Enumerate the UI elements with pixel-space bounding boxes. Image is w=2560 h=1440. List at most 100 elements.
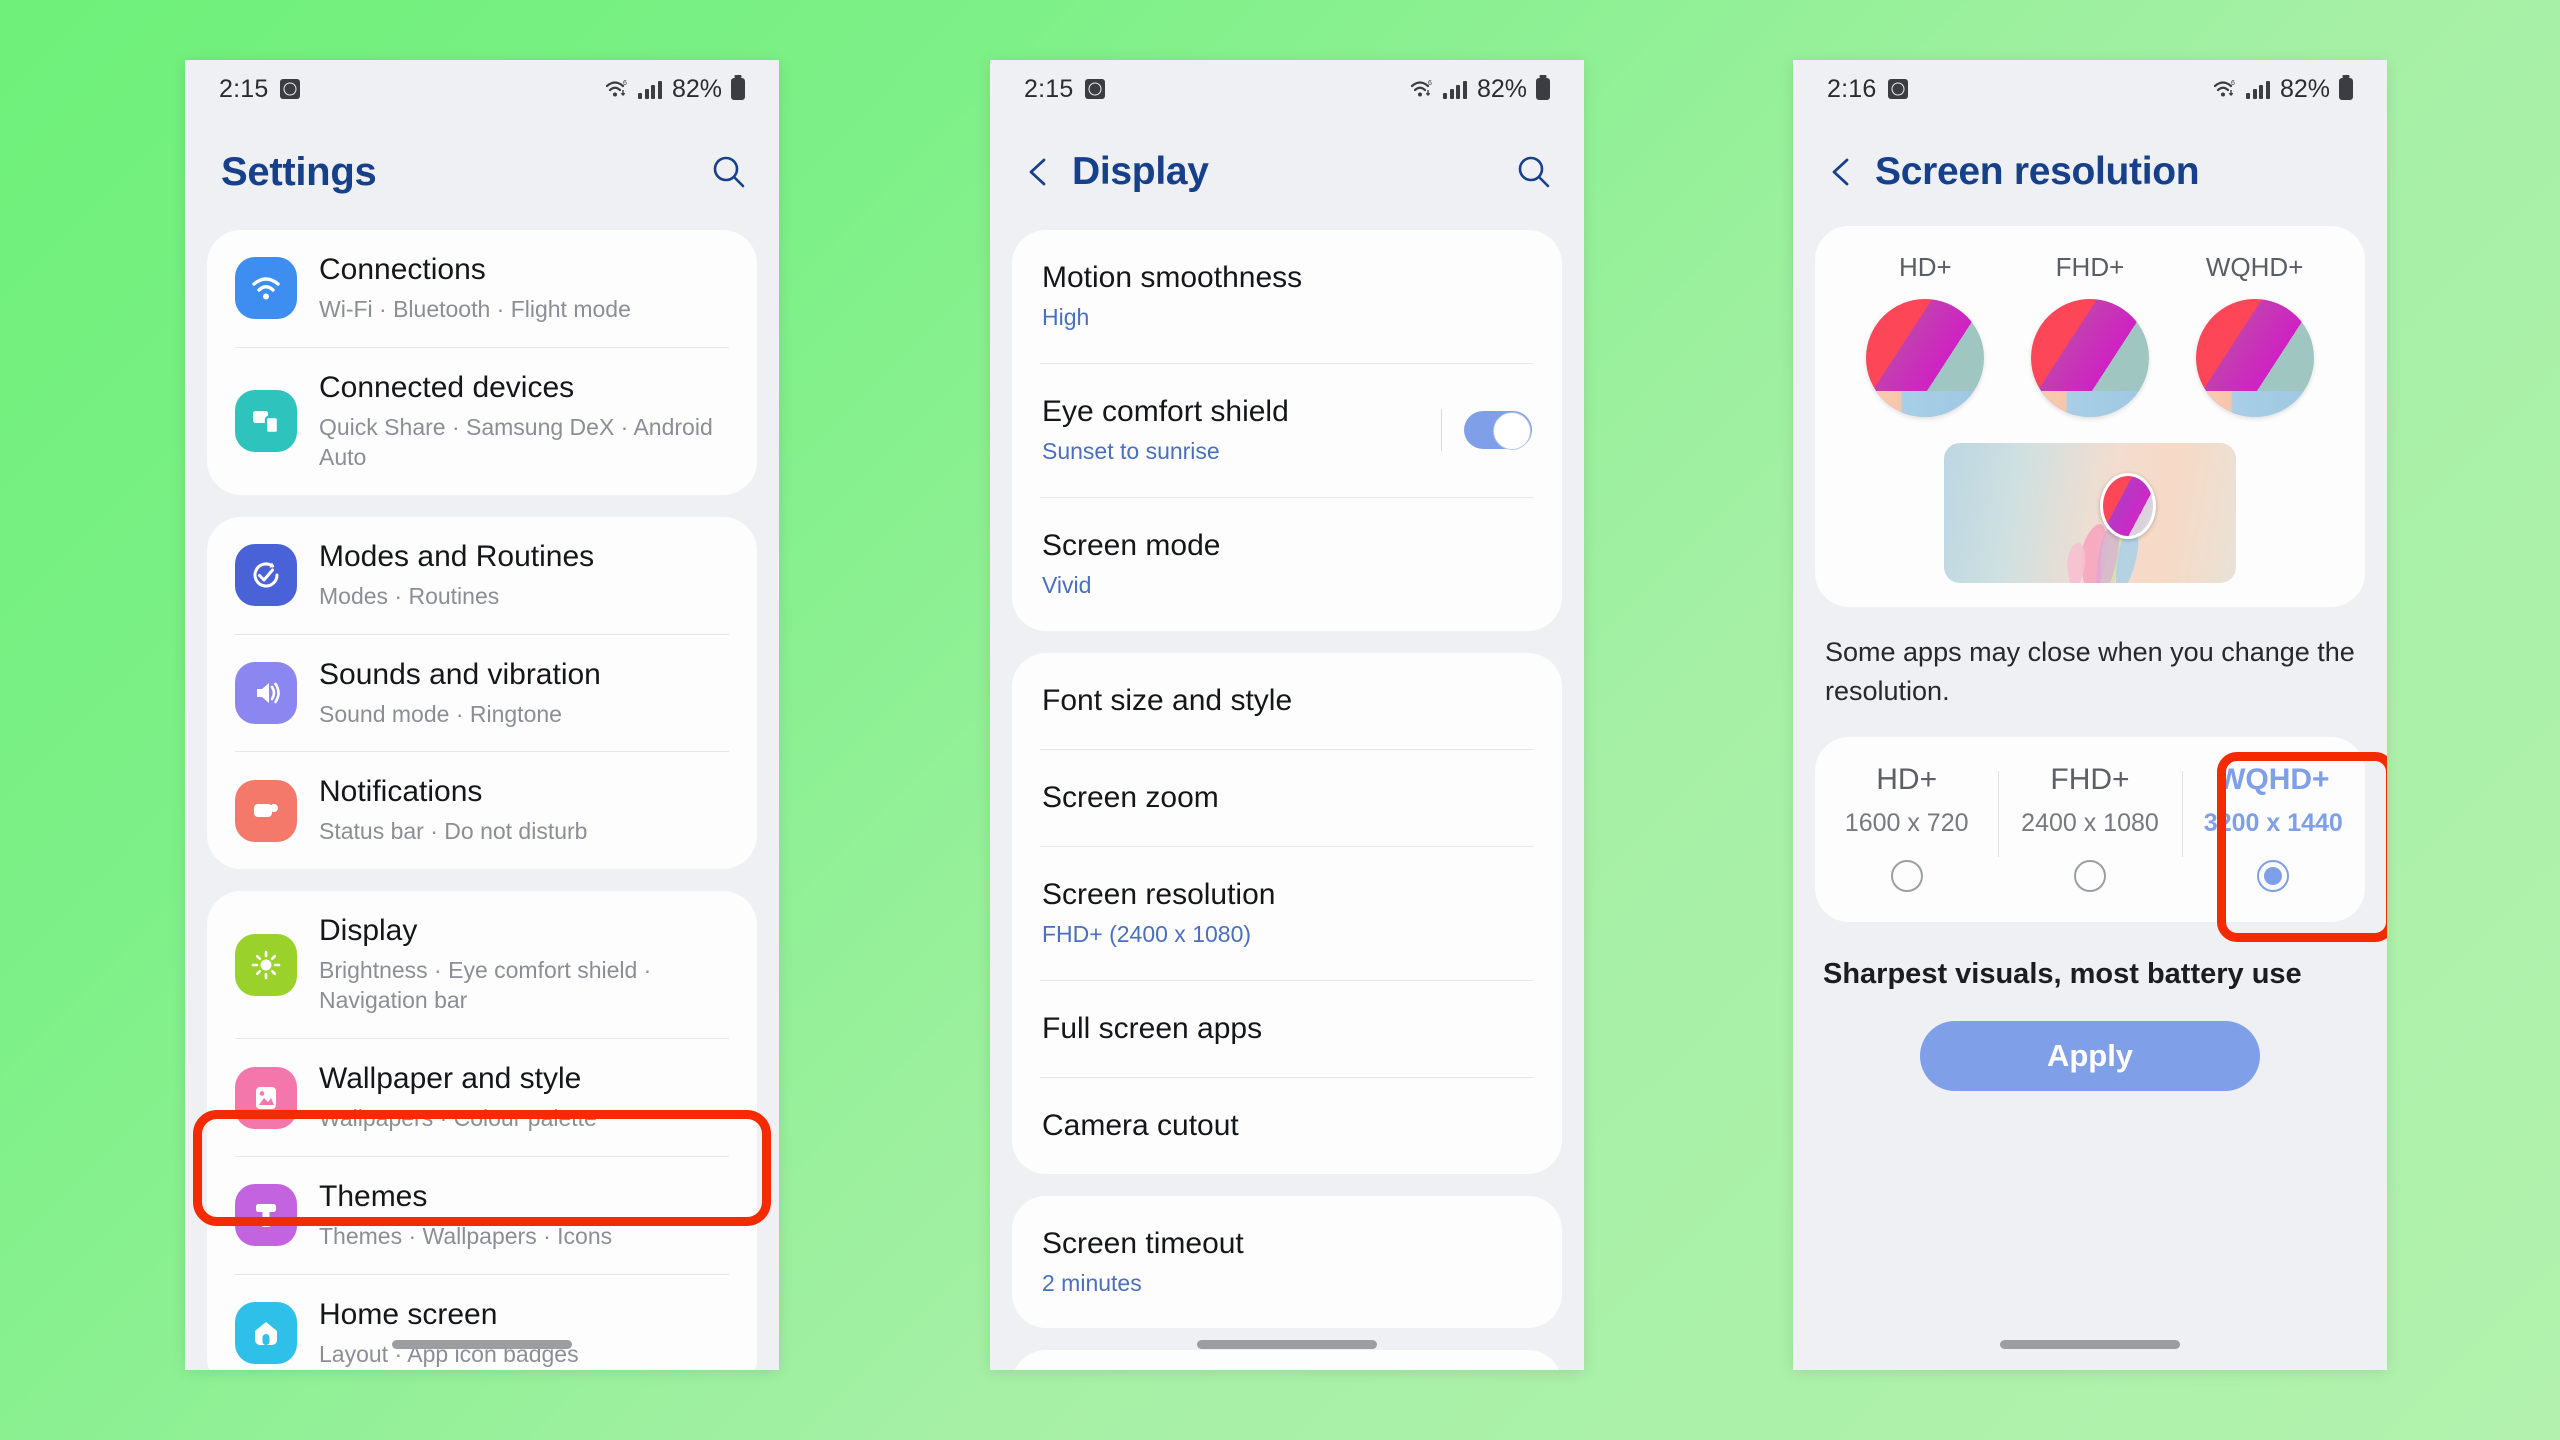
- radio-wqhd[interactable]: [2257, 860, 2290, 893]
- list-item-screen-zoom[interactable]: Screen zoom: [1012, 750, 1562, 846]
- preview-hd: HD+: [1850, 252, 2000, 417]
- home-gesture-pill[interactable]: [2000, 1339, 2180, 1349]
- resolution-option-wqhd[interactable]: WQHD+ 3200 x 1440: [2181, 763, 2365, 893]
- home-gesture-pill[interactable]: [392, 1339, 572, 1349]
- item-title: Screen zoom: [1042, 780, 1219, 814]
- preview-thumbnail-image: [2195, 299, 2314, 417]
- sidebar-item-notifications[interactable]: Notifications Status bar · Do not distur…: [207, 752, 757, 869]
- wallpaper-preview-image: [1944, 443, 2236, 583]
- connected-devices-icon: [235, 390, 297, 453]
- item-title: Display: [319, 914, 418, 948]
- alarm-icon: [280, 79, 301, 99]
- item-title: Wallpaper and style: [319, 1062, 582, 1096]
- item-title: Notifications: [319, 775, 483, 809]
- sidebar-item-modes-and-routines[interactable]: Modes and Routines Modes · Routines: [207, 517, 757, 634]
- resolution-description: Sharpest visuals, most battery use: [1823, 958, 2302, 991]
- battery-percent: 82%: [2279, 74, 2330, 103]
- navigation-bar: [990, 1318, 1584, 1370]
- home-gesture-pill[interactable]: [1197, 1339, 1377, 1349]
- flower-illustration: [2067, 521, 2139, 583]
- signal-bars-icon: [638, 79, 662, 99]
- page-title: Settings: [221, 149, 377, 194]
- item-title: Screen resolution: [1042, 877, 1276, 911]
- sidebar-item-connections[interactable]: Connections Wi-Fi · Bluetooth · Flight m…: [207, 230, 757, 347]
- resolution-note: Some apps may close when you change the …: [1825, 637, 2355, 707]
- wifi-6-icon: 6: [604, 78, 630, 100]
- item-subtitle: Sound mode · Ringtone: [319, 700, 562, 727]
- item-subtitle: Status bar · Do not disturb: [319, 818, 588, 845]
- battery-percent: 82%: [1476, 74, 1527, 103]
- preview-wqhd: WQHD+: [2180, 252, 2330, 417]
- item-value: High: [1042, 304, 1090, 330]
- page-title: Screen resolution: [1875, 150, 2200, 193]
- wallpaper-icon: [235, 1066, 297, 1129]
- item-value: Vivid: [1042, 571, 1092, 598]
- option-name: WQHD+: [2217, 763, 2330, 797]
- item-subtitle: Brightness · Eye comfort shield · Naviga…: [319, 957, 652, 1014]
- svg-text:6: 6: [1428, 80, 1432, 87]
- display-group-2: Font size and style Screen zoom Screen r…: [1012, 652, 1562, 1174]
- settings-group-connections: Connections Wi-Fi · Bluetooth · Flight m…: [207, 230, 757, 495]
- list-item-eye-comfort-shield[interactable]: Eye comfort shield Sunset to sunrise: [1012, 364, 1562, 497]
- resolution-options: HD+ 1600 x 720 FHD+ 2400 x 1080 WQHD+ 32…: [1815, 737, 2387, 943]
- list-item-camera-cutout[interactable]: Camera cutout: [1012, 1078, 1562, 1174]
- sidebar-item-themes[interactable]: Themes Themes · Wallpapers · Icons: [207, 1157, 757, 1274]
- sidebar-item-sounds-and-vibration[interactable]: Sounds and vibration Sound mode · Ringto…: [207, 635, 757, 752]
- item-subtitle: Wi-Fi · Bluetooth · Flight mode: [319, 296, 631, 322]
- list-item-full-screen-apps[interactable]: Full screen apps: [1012, 981, 1562, 1077]
- list-item-screen-resolution[interactable]: Screen resolution FHD+ (2400 x 1080): [1012, 847, 1562, 980]
- settings-group-device: Modes and Routines Modes · Routines Soun…: [207, 516, 757, 870]
- navigation-bar: [185, 1318, 779, 1370]
- wifi-6-icon: 6: [1409, 78, 1435, 100]
- back-chevron-icon[interactable]: [1823, 153, 1861, 191]
- screen-resolution-body: HD+ FHD+ WQHD+ Some apps may close when …: [1793, 226, 2387, 1370]
- page-title: Display: [1072, 150, 1209, 193]
- wifi-icon: [235, 257, 297, 320]
- search-icon[interactable]: [1514, 152, 1554, 192]
- sidebar-item-wallpaper-and-style[interactable]: Wallpaper and style Wallpapers · Colour …: [207, 1039, 757, 1156]
- app-header: Display: [990, 118, 1584, 226]
- list-item-screen-timeout[interactable]: Screen timeout 2 minutes: [1012, 1196, 1562, 1329]
- preview-thumbnails: HD+ FHD+ WQHD+: [1815, 252, 2365, 417]
- item-title: Motion smoothness: [1042, 261, 1303, 294]
- sound-icon: [235, 662, 297, 724]
- status-bar: 2:15 6 82%: [185, 60, 779, 118]
- wifi-6-icon: 6: [2212, 78, 2238, 100]
- radio-hd[interactable]: [1890, 860, 1923, 893]
- preview-fhd: FHD+: [2015, 252, 2165, 417]
- radio-fhd[interactable]: [2073, 860, 2106, 893]
- list-item-screen-mode[interactable]: Screen mode Vivid: [1012, 498, 1562, 631]
- item-value: Sunset to sunrise: [1042, 437, 1220, 464]
- apply-button[interactable]: Apply: [1920, 1021, 2260, 1092]
- resolution-option-hd[interactable]: HD+ 1600 x 720: [1815, 763, 1998, 893]
- eye-comfort-shield-toggle[interactable]: [1464, 411, 1532, 451]
- status-time: 2:16: [1827, 74, 1877, 103]
- status-time: 2:15: [1024, 74, 1074, 103]
- display-group-3: Screen timeout 2 minutes: [1012, 1195, 1562, 1329]
- list-item-font-size-and-style[interactable]: Font size and style: [1012, 653, 1562, 749]
- magnifier-loupe: [2100, 473, 2156, 539]
- modes-routines-icon: [235, 544, 297, 607]
- app-header: Screen resolution: [1793, 118, 2387, 226]
- resolution-option-fhd[interactable]: FHD+ 2400 x 1080: [1998, 763, 2181, 893]
- list-item-motion-smoothness[interactable]: Motion smoothness High: [1012, 230, 1562, 363]
- option-dimensions: 3200 x 1440: [2203, 809, 2343, 838]
- back-chevron-icon[interactable]: [1020, 153, 1058, 191]
- item-value: 2 minutes: [1042, 1269, 1142, 1296]
- alarm-icon: [1085, 79, 1106, 99]
- settings-group-personalisation: Display Brightness · Eye comfort shield …: [207, 891, 757, 1370]
- preview-thumbnail-image: [1866, 299, 1985, 417]
- battery-icon: [731, 78, 745, 100]
- phone-screenshot-settings: 2:15 6 82% Settings Connections Wi-Fi · …: [185, 60, 779, 1370]
- sidebar-item-connected-devices[interactable]: Connected devices Quick Share · Samsung …: [207, 348, 757, 495]
- search-icon[interactable]: [709, 152, 749, 192]
- settings-scroll-area[interactable]: Connections Wi-Fi · Bluetooth · Flight m…: [185, 226, 779, 1370]
- item-title: Modes and Routines: [319, 539, 595, 573]
- item-title: Camera cutout: [1042, 1108, 1239, 1142]
- item-title: Themes: [319, 1180, 428, 1214]
- display-scroll-area[interactable]: Motion smoothness High Eye comfort shiel…: [990, 226, 1584, 1370]
- option-dimensions: 1600 x 720: [1844, 809, 1969, 838]
- battery-icon: [1536, 78, 1550, 100]
- sidebar-item-display[interactable]: Display Brightness · Eye comfort shield …: [207, 891, 757, 1038]
- preview-label: FHD+: [2055, 252, 2125, 282]
